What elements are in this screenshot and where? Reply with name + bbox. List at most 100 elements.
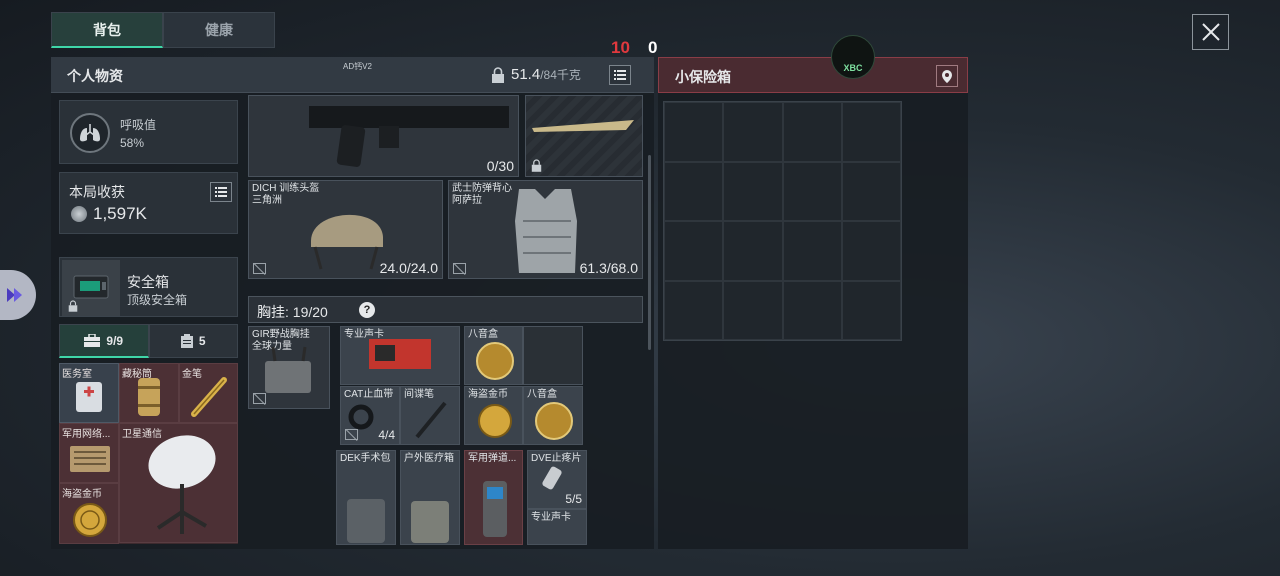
- safe-cell[interactable]: [782, 161, 842, 221]
- chest-rig-bar: 胸挂: 19/20 ?: [248, 296, 643, 323]
- safe-cell[interactable]: [723, 280, 783, 340]
- weapon-ammo: 0/30: [486, 158, 514, 174]
- location-pin-icon: [942, 69, 952, 83]
- pouch-item-cylinder[interactable]: 藏秘筒: [119, 363, 179, 423]
- vest-slot[interactable]: 武士防弹背心 阿萨拉 61.3/68.0: [448, 180, 643, 279]
- chest-rig-label: 胸挂: 19/20: [257, 304, 328, 320]
- item-music-box-2[interactable]: 八音盒: [523, 386, 583, 445]
- breath-card: 呼吸值 58%: [59, 100, 238, 164]
- pouch-clipboard-count: 5: [198, 334, 206, 348]
- item-outdoor-med[interactable]: 户外医疗箱: [400, 450, 460, 545]
- weapon-slot[interactable]: 0/30: [248, 95, 519, 177]
- chest-rig-count: 19/20: [292, 304, 328, 320]
- weight-max: /84千克: [540, 68, 581, 82]
- pouch-tabs: 9/9 5: [59, 324, 238, 358]
- close-icon: [1201, 23, 1220, 41]
- breath-label: 呼吸值: [120, 118, 157, 132]
- safe-cell[interactable]: [723, 221, 783, 281]
- weight-value: 51.4: [511, 66, 541, 83]
- pouch-item-medical[interactable]: 医务室: [59, 363, 119, 423]
- inventory-scrollbar[interactable]: [648, 155, 651, 350]
- helmet-durability: 24.0/24.0: [379, 260, 438, 276]
- harvest-value-row: 1,597K: [71, 204, 147, 224]
- dve-count: 5/5: [565, 492, 582, 506]
- safe-cell[interactable]: [841, 221, 901, 281]
- item-dek-kit[interactable]: DEK手术包: [336, 450, 396, 545]
- location-button[interactable]: [936, 65, 958, 87]
- item-dve-pills[interactable]: DVE止疼片 5/5: [527, 450, 587, 509]
- safe-cell[interactable]: [782, 102, 842, 162]
- item-military-ammo[interactable]: 军用弹道...: [464, 450, 523, 545]
- item-label: 专业声卡: [531, 512, 571, 523]
- safe-cell[interactable]: [664, 102, 724, 162]
- item-music-box-1[interactable]: 八音盒: [464, 326, 523, 385]
- safe-cell[interactable]: [782, 280, 842, 340]
- lock-icon: [492, 66, 504, 83]
- item-pro-card-2[interactable]: 专业声卡: [527, 509, 587, 545]
- list-icon: [614, 70, 626, 80]
- item-pirate-coin[interactable]: 海盗金币: [464, 386, 523, 445]
- item-label: 藏秘筒: [122, 369, 152, 380]
- rifle-image: [309, 106, 509, 167]
- close-button[interactable]: [1192, 14, 1229, 50]
- breath-value: 58%: [120, 136, 145, 150]
- safe-cell[interactable]: [841, 280, 901, 340]
- melee-slot[interactable]: [525, 95, 643, 177]
- pouch-briefcase-count: 9/9: [106, 333, 124, 348]
- pouch-item-gold-pen[interactable]: 金笔: [179, 363, 238, 423]
- briefcase-icon: [84, 334, 101, 347]
- safe-cell[interactable]: [664, 221, 724, 281]
- tab-pouch-briefcase[interactable]: 9/9: [59, 324, 149, 358]
- safe-cell[interactable]: [723, 102, 783, 162]
- helmet-slot[interactable]: DICH 训练头盔 三角洲 24.0/24.0: [248, 180, 443, 279]
- small-safe-title: 小保险箱: [675, 69, 731, 85]
- help-icon[interactable]: ?: [359, 302, 375, 318]
- item-tourniquet[interactable]: CAT止血带 4/4: [340, 386, 400, 445]
- safe-cell[interactable]: [723, 161, 783, 221]
- item-spy-pen[interactable]: 间谍笔: [400, 386, 460, 445]
- item-label: 卫星通信: [122, 429, 162, 440]
- safebox-slot[interactable]: 安全箱 顶级安全箱: [59, 257, 238, 317]
- harvest-list-button[interactable]: [210, 182, 232, 202]
- item-label: 金笔: [182, 369, 202, 380]
- item-label: 军用网络...: [62, 429, 111, 440]
- no-link-icon: [253, 393, 266, 404]
- safe-cell[interactable]: [782, 221, 842, 281]
- safe-cell[interactable]: [664, 161, 724, 221]
- inventory-subtitle: AD钙V2: [343, 62, 372, 71]
- item-label: 海盗金币: [62, 489, 102, 500]
- safe-cell[interactable]: [841, 161, 901, 221]
- tab-pouch-clipboard[interactable]: 5: [148, 324, 238, 358]
- safe-cell[interactable]: [664, 280, 724, 340]
- chest-rig-slot[interactable]: GIR野战胸挂 全球力量: [248, 326, 330, 409]
- no-link-icon: [345, 429, 358, 440]
- lock-icon: [68, 300, 78, 312]
- pouch-item-pirate-coin[interactable]: 海盗金币: [59, 483, 119, 544]
- lungs-icon: [70, 113, 110, 153]
- team-logo: XBC: [831, 35, 875, 79]
- harvest-card: 本局收获 1,597K: [59, 172, 238, 234]
- no-link-icon: [453, 263, 466, 274]
- lock-icon: [531, 159, 542, 172]
- pouch-item-satellite[interactable]: 卫星通信: [119, 423, 238, 543]
- pouch-grid: 医务室 藏秘筒 金笔 军用网络... 卫星通信 海盗金币: [59, 363, 238, 544]
- clipboard-icon: [180, 334, 193, 348]
- safebox-desc: 顶级安全箱: [127, 293, 188, 307]
- pouch-item-network[interactable]: 军用网络...: [59, 423, 119, 483]
- vest-durability: 61.3/68.0: [579, 260, 638, 276]
- tab-backpack[interactable]: 背包: [51, 12, 163, 48]
- empty-slot[interactable]: [523, 326, 583, 385]
- side-expand-button[interactable]: [0, 270, 36, 320]
- safe-cell[interactable]: [841, 102, 901, 162]
- harvest-value: 1,597K: [93, 204, 147, 223]
- inventory-list-button[interactable]: [609, 65, 631, 85]
- tab-health[interactable]: 健康: [163, 12, 275, 48]
- top-tabbar: 背包 健康: [51, 12, 275, 48]
- no-link-icon: [253, 263, 266, 274]
- safebox-name: 安全箱: [127, 274, 169, 290]
- item-label: 医务室: [62, 369, 92, 380]
- item-pro-card[interactable]: 专业声卡: [340, 326, 460, 385]
- tourniquet-count: 4/4: [378, 428, 395, 442]
- small-safe-header: 小保险箱: [658, 57, 968, 93]
- inventory-title: 个人物资: [67, 68, 123, 84]
